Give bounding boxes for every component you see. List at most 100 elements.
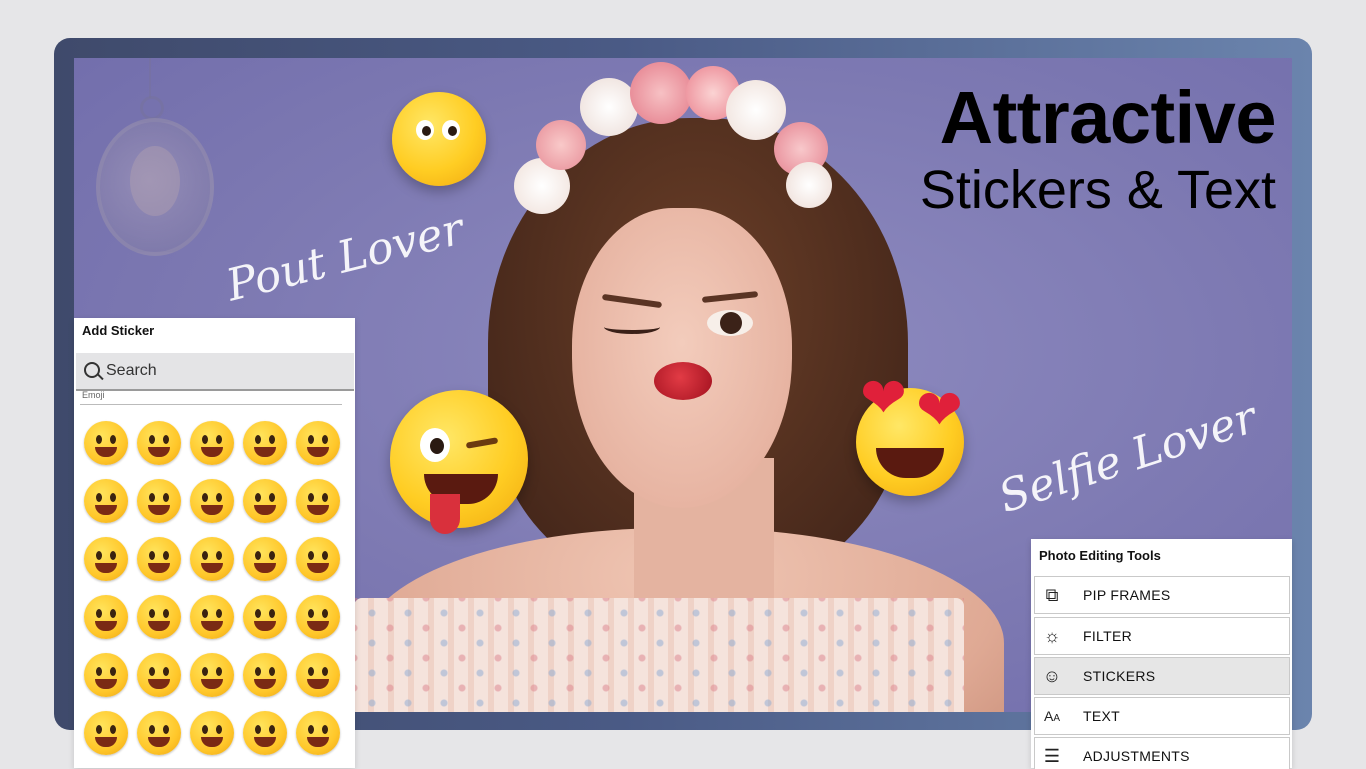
emoji-eye [255, 551, 261, 560]
emoji-cell[interactable] [292, 704, 344, 762]
tool-adjustments[interactable]: ☰ ADJUSTMENTS [1034, 737, 1290, 769]
tool-filter[interactable]: ☼ FILTER [1034, 617, 1290, 655]
emoji-icon [190, 479, 234, 523]
emoji-eye [255, 493, 261, 502]
search-input[interactable]: Search [76, 353, 354, 391]
emoji-cell[interactable] [80, 414, 132, 472]
emoji-cell[interactable] [133, 414, 185, 472]
locket-photo [130, 146, 180, 216]
emoji-eye [216, 435, 222, 444]
emoji-cell[interactable] [292, 530, 344, 588]
emoji-icon [243, 711, 287, 755]
emoji-icon [190, 711, 234, 755]
emoji-mouth [254, 505, 276, 515]
dress-pattern [354, 598, 964, 712]
winking-tongue-emoji-sticker[interactable] [390, 390, 528, 534]
crown-flower [630, 62, 692, 124]
filter-icon: ☼ [1043, 626, 1061, 646]
emoji-mouth [254, 679, 276, 689]
emoji-icon [243, 479, 287, 523]
tool-label: STICKERS [1083, 668, 1156, 684]
headline-line1: Attractive [939, 76, 1277, 159]
emoji-icon [84, 653, 128, 697]
emoji-mouth [201, 563, 223, 573]
emoji-cell[interactable] [292, 414, 344, 472]
emoji-eye [202, 609, 208, 618]
emoji-eye [202, 493, 208, 502]
emoji-mouth [201, 679, 223, 689]
emoji-cell[interactable] [80, 588, 132, 646]
emoji-eye [269, 435, 275, 444]
sticker-pupil [448, 126, 457, 136]
subject-lips [654, 362, 712, 400]
emoji-mouth [307, 737, 329, 747]
emoji-mouth [148, 505, 170, 515]
emoji-cell[interactable] [239, 646, 291, 704]
emoji-eye [216, 667, 222, 676]
emoji-mouth [254, 563, 276, 573]
emoji-cell[interactable] [133, 472, 185, 530]
emoji-eye [269, 667, 275, 676]
emoji-mouth [201, 621, 223, 631]
emoji-cell[interactable] [292, 588, 344, 646]
emoji-icon [296, 421, 340, 465]
emoji-eye [269, 493, 275, 502]
emoji-cell[interactable] [239, 530, 291, 588]
tool-label: TEXT [1083, 708, 1120, 724]
emoji-cell[interactable] [186, 646, 238, 704]
tool-pip-frames[interactable]: ⧉ PIP FRAMES [1034, 576, 1290, 614]
tool-stickers[interactable]: ☺ STICKERS [1034, 657, 1290, 695]
emoji-cell[interactable] [80, 646, 132, 704]
emoji-icon [84, 421, 128, 465]
emoji-cell[interactable] [186, 472, 238, 530]
emoji-cell[interactable] [292, 646, 344, 704]
emoji-cell[interactable] [186, 530, 238, 588]
emoji-grid [80, 414, 350, 762]
emoji-cell[interactable] [239, 588, 291, 646]
smiling-emoji-sticker[interactable] [392, 92, 486, 186]
emoji-eye [322, 609, 328, 618]
emoji-cell[interactable] [292, 472, 344, 530]
emoji-cell[interactable] [239, 704, 291, 762]
emoji-cell[interactable] [133, 646, 185, 704]
emoji-cell[interactable] [80, 530, 132, 588]
tools-panel-title: Photo Editing Tools [1039, 548, 1161, 563]
emoji-eye [110, 725, 116, 734]
emoji-cell[interactable] [133, 530, 185, 588]
emoji-icon [296, 653, 340, 697]
emoji-mouth [148, 447, 170, 457]
emoji-cell[interactable] [239, 472, 291, 530]
emoji-cell[interactable] [239, 414, 291, 472]
emoji-cell[interactable] [80, 704, 132, 762]
emoji-eye [96, 435, 102, 444]
emoji-eye [149, 551, 155, 560]
emoji-icon [84, 595, 128, 639]
emoji-eye [110, 609, 116, 618]
emoji-icon [190, 537, 234, 581]
headline: Attractive Stickers & Text [836, 76, 1277, 222]
emoji-cell[interactable] [186, 414, 238, 472]
emoji-icon [296, 537, 340, 581]
selfie-lover-text-sticker[interactable]: Selfie Lover [993, 392, 1263, 523]
emoji-eye [308, 609, 314, 618]
emoji-icon [296, 479, 340, 523]
emoji-icon [84, 711, 128, 755]
emoji-cell[interactable] [133, 588, 185, 646]
emoji-cell[interactable] [80, 472, 132, 530]
emoji-eye [110, 667, 116, 676]
crown-flower [580, 78, 638, 136]
emoji-cell[interactable] [186, 704, 238, 762]
emoji-cell[interactable] [186, 588, 238, 646]
emoji-icon [137, 711, 181, 755]
emoji-eye [216, 551, 222, 560]
emoji-mouth [307, 505, 329, 515]
emoji-mouth [307, 447, 329, 457]
pout-lover-text-sticker[interactable]: Pout Lover [221, 203, 468, 311]
tool-text[interactable]: AA TEXT [1034, 697, 1290, 735]
emoji-mouth [201, 737, 223, 747]
emoji-eye [216, 609, 222, 618]
emoji-mouth [95, 737, 117, 747]
emoji-mouth [254, 621, 276, 631]
emoji-cell[interactable] [133, 704, 185, 762]
emoji-eye [255, 667, 261, 676]
